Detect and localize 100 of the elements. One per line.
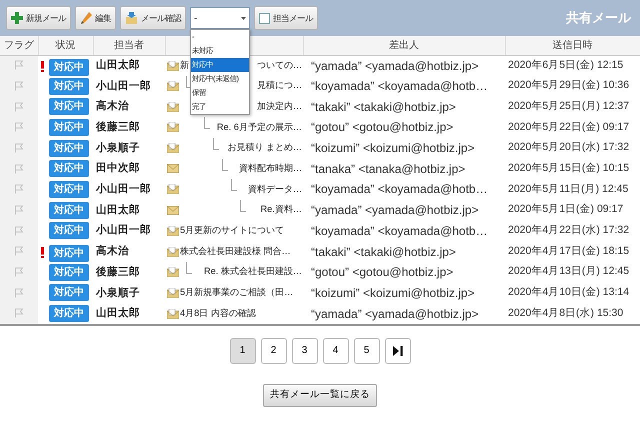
status-label: 対応中 — [49, 305, 89, 322]
flag-icon[interactable] — [14, 60, 24, 70]
date-text: 2020年4月17日(金) 18:15 — [508, 244, 630, 257]
sender-text: “yamada” <yamada@hotbiz.jp> — [311, 306, 479, 321]
thread-line — [186, 262, 192, 274]
sender-text: “koizumi” <koizumi@hotbiz.jp> — [311, 141, 475, 156]
flag-icon[interactable] — [14, 246, 24, 256]
sender-text: “koizumi” <koizumi@hotbiz.jp> — [311, 286, 475, 300]
toolbar-button[interactable]: 新規メール — [6, 6, 71, 30]
page-button[interactable]: 3 — [292, 338, 318, 364]
subject-text[interactable]: Re.資料… — [260, 203, 302, 218]
thread-line — [213, 138, 219, 150]
status-label: 対応中 — [49, 118, 89, 136]
subject-text[interactable]: ついての… — [256, 58, 302, 72]
page-button[interactable]: 2 — [260, 338, 286, 364]
subject-text[interactable]: 資料データ… — [248, 182, 302, 196]
page-title: 共有メール — [566, 9, 632, 28]
flag-icon[interactable] — [14, 102, 24, 112]
subject-text[interactable]: 新 — [180, 58, 189, 72]
status-select[interactable]: - — [190, 7, 250, 29]
status-label: 対応中 — [49, 58, 89, 76]
sender-text: “takaki” <takaki@hotbiz.jp> — [311, 100, 456, 114]
sender-text: “gotou” <gotou@hotbiz.jp> — [311, 120, 454, 134]
back-button[interactable]: 共有メール一覧に戻る — [263, 384, 377, 407]
page-button[interactable]: 4 — [322, 338, 348, 364]
subject-text[interactable]: 資料配布時期… — [238, 162, 302, 176]
owner-name: 山田太郎 — [96, 307, 140, 320]
toolbar-button[interactable]: メール確認 — [120, 6, 186, 30]
column-header: 担当者 — [114, 40, 144, 51]
sender-text: “yamada” <yamada@hotbiz.jp> — [311, 203, 479, 218]
flag-icon[interactable] — [14, 142, 24, 153]
plus-icon — [11, 12, 23, 24]
flag-icon[interactable] — [14, 80, 24, 91]
page-button[interactable]: 1 — [230, 338, 256, 364]
date-text: 2020年4月13日(月) 12:45 — [508, 265, 630, 278]
owner-name: 小山田一郎 — [96, 224, 151, 236]
owner-name: 小山田一郎 — [96, 80, 151, 92]
checkbox[interactable] — [259, 12, 270, 24]
date-text: 2020年5月20日(水) 17:32 — [508, 141, 630, 154]
sender-text: “koyamada” <koyamada@hotb… — [311, 182, 488, 196]
date-text: 2020年5月1日(金) 09:17 — [508, 203, 624, 216]
caret-icon — [241, 16, 246, 20]
flag-icon[interactable] — [14, 308, 24, 318]
pencil-icon — [80, 12, 92, 24]
owner-name: 山田太郎 — [96, 204, 140, 216]
flag-icon[interactable] — [14, 184, 24, 194]
inbox-icon — [125, 12, 138, 24]
subject-text[interactable]: Re. 6月予定の展示… — [216, 120, 302, 134]
column-header: 差出人 — [389, 40, 419, 51]
status-label: 対応中 — [49, 98, 89, 116]
checkbox-button[interactable]: 担当メール — [254, 6, 318, 30]
date-text: 2020年5月22日(金) 09:17 — [508, 120, 630, 133]
owner-name: 小泉順子 — [96, 286, 140, 299]
flag-icon[interactable] — [14, 164, 24, 174]
subject-text[interactable]: 5月新規事業のご相談（田… — [180, 286, 294, 300]
thread-line — [231, 179, 237, 192]
status-label: 対応中 — [49, 284, 89, 302]
owner-name: 後藤三郎 — [96, 266, 140, 278]
subject-text[interactable]: 株式会社長田建設様 問合… — [180, 244, 291, 258]
date-text: 2020年5月15日(金) 10:15 — [508, 162, 630, 174]
flag-icon[interactable] — [14, 267, 24, 278]
owner-name: 小山田一郎 — [96, 183, 151, 196]
subject-text[interactable]: Re. 株式会社長田建設… — [204, 265, 302, 280]
toolbar-button[interactable]: 編集 — [75, 6, 116, 30]
thread-line — [240, 200, 246, 212]
date-text: 2020年4月22日(水) 17:32 — [508, 224, 630, 236]
page-button[interactable]: 5 — [354, 338, 380, 364]
owner-name: 後藤三郎 — [96, 121, 140, 134]
owner-name: 高木治 — [96, 245, 129, 258]
owner-name: 田中次郎 — [96, 162, 140, 174]
last-page-button[interactable] — [384, 338, 410, 364]
flag-icon[interactable] — [14, 288, 24, 298]
column-header: フラグ — [4, 40, 34, 51]
status-label: 対応中 — [49, 222, 89, 240]
sender-text: “koyamada” <koyamada@hotb… — [311, 79, 488, 94]
owner-name: 高木治 — [96, 100, 129, 112]
subject-text[interactable]: 見積につ… — [256, 79, 302, 93]
flag-icon[interactable] — [14, 205, 24, 215]
sender-text: “koyamada” <koyamada@hotb… — [311, 224, 488, 238]
flag-icon[interactable] — [14, 122, 24, 132]
status-label: 対応中 — [49, 180, 89, 198]
subject-text[interactable]: 5月更新のサイトについて — [180, 224, 284, 238]
date-text: 2020年5月29日(金) 10:36 — [508, 79, 630, 92]
status-label: 対応中 — [49, 202, 89, 219]
last-page-icon — [392, 346, 402, 356]
date-text: 2020年4月10日(金) 13:14 — [508, 286, 630, 298]
subject-text[interactable]: 加決定内… — [256, 100, 302, 114]
sender-text: “tanaka” <tanaka@hotbiz.jp> — [311, 162, 466, 176]
column-header: 送信日時 — [552, 40, 592, 51]
status-label: 対応中 — [49, 160, 89, 178]
flag-icon[interactable] — [14, 226, 24, 236]
thread-line — [222, 158, 228, 171]
status-label: 対応中 — [49, 264, 89, 281]
sender-text: “takaki” <takaki@hotbiz.jp> — [311, 244, 456, 259]
subject-text[interactable]: 4月8日 内容の確認 — [180, 306, 256, 320]
subject-text[interactable]: お見積り まとめ… — [227, 141, 302, 155]
sender-text: “gotou” <gotou@hotbiz.jp> — [311, 265, 454, 280]
date-text: 2020年6月5日(金) 12:15 — [508, 58, 624, 71]
thread-line — [204, 117, 210, 130]
date-text: 2020年4月8日(水) 15:30 — [508, 306, 624, 319]
